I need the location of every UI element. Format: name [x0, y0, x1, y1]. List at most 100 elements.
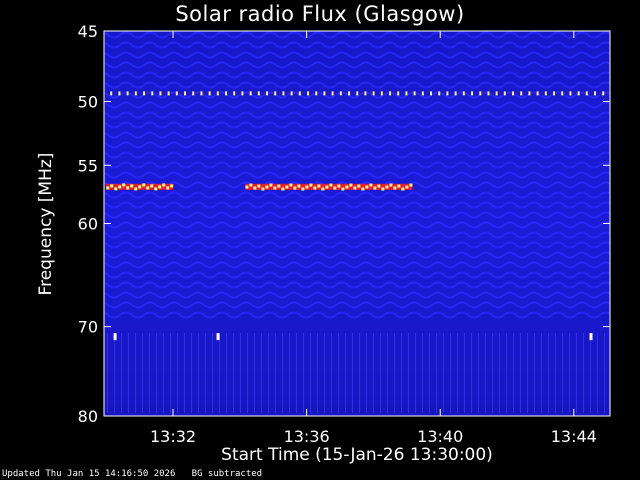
rfi-dot: [405, 91, 408, 96]
emission-band-pixel: [381, 187, 385, 191]
rfi-dot: [536, 91, 539, 96]
rfi-dot: [307, 91, 310, 96]
footer-note: BG subtracted: [191, 469, 263, 479]
emission-band-pixel: [369, 183, 373, 187]
emission-band-pixel: [349, 183, 353, 187]
emission-band-pixel: [365, 185, 369, 189]
emission-band-pixel: [122, 183, 126, 187]
spectrogram-plot: 455055607080 13:32 13:36 13:40 13:44: [78, 22, 611, 446]
emission-band-pixel: [377, 184, 381, 188]
rfi-dot: [126, 91, 129, 96]
emission-band-pixel: [162, 183, 166, 187]
emission-band-pixel: [106, 186, 110, 190]
emission-band-pixel: [289, 183, 293, 187]
emission-band-pixel: [357, 184, 361, 188]
emission-band-pixel: [150, 184, 154, 188]
rfi-dot: [585, 91, 588, 96]
emission-band-pixel: [321, 187, 325, 191]
y-tick-label: 70: [78, 318, 98, 337]
rfi-dot: [200, 91, 203, 96]
rfi-dot: [553, 91, 556, 96]
rfi-dot: [364, 91, 367, 96]
emission-band-pixel: [281, 187, 285, 191]
emission-band-pixel: [401, 187, 405, 191]
emission-band-pixel: [269, 183, 273, 187]
rfi-dot: [479, 91, 482, 96]
rfi-dot: [184, 91, 187, 96]
rfi-dot: [339, 91, 342, 96]
emission-band-pixel: [114, 187, 118, 191]
emission-band-pixel: [337, 184, 341, 188]
x-axis-label: Start Time (15-Jan-26 13:30:00): [221, 445, 493, 465]
emission-band: [106, 183, 174, 191]
chart-title: Solar radio Flux (Glasgow): [175, 2, 465, 26]
rfi-dot: [389, 91, 392, 96]
rfi-dot: [528, 91, 531, 96]
emission-band-pixel: [146, 186, 150, 190]
rfi-dot: [175, 91, 178, 96]
emission-band-pixel: [361, 187, 365, 191]
rfi-dot: [356, 91, 359, 96]
rfi-dot: [216, 91, 219, 96]
emission-band-pixel: [138, 185, 142, 189]
rfi-dot: [241, 91, 244, 96]
emission-band-pixel: [329, 183, 333, 187]
emission-band-pixel: [134, 187, 138, 191]
emission-band: [245, 183, 413, 191]
y-tick-label: 60: [78, 215, 98, 234]
rfi-dot: [413, 91, 416, 96]
rfi-dot: [323, 91, 326, 96]
x-tick-label: 13:40: [417, 427, 463, 446]
emission-band-pixel: [301, 187, 305, 191]
footer: Updated Thu Jan 15 14:16:50 2026 BG subt…: [2, 469, 262, 479]
emission-band-pixel: [409, 183, 413, 187]
rfi-dot: [266, 91, 269, 96]
footer-updated: Updated Thu Jan 15 14:16:50 2026: [2, 469, 176, 479]
rfi-dot: [430, 91, 433, 96]
rfi-dot: [561, 91, 564, 96]
rfi-dot: [151, 91, 154, 96]
emission-band-pixel: [158, 185, 162, 189]
rfi-dot: [159, 91, 162, 96]
rfi-dot: [249, 91, 252, 96]
emission-band-pixel: [253, 186, 257, 190]
emission-band-pixel: [397, 184, 401, 188]
emission-band-pixel: [317, 184, 321, 188]
rfi-dot: [397, 91, 400, 96]
rfi-dot: [192, 91, 195, 96]
rfi-dot: [233, 91, 236, 96]
rfi-dot: [520, 91, 523, 96]
spike: [113, 333, 117, 341]
emission-band-pixel: [393, 186, 397, 190]
emission-band-pixel: [333, 186, 337, 190]
rfi-dot: [594, 91, 597, 96]
rfi-dot: [438, 91, 441, 96]
rfi-dot: [577, 91, 580, 96]
rfi-dot: [208, 91, 211, 96]
rfi-dot: [372, 91, 375, 96]
emission-band-pixel: [261, 187, 265, 191]
plot-lower-texture: [104, 333, 610, 413]
emission-band-pixel: [118, 185, 122, 189]
rfi-dot: [348, 91, 351, 96]
rfi-dot: [257, 91, 260, 96]
rfi-dot: [487, 91, 490, 96]
plot-texture: [104, 31, 610, 321]
emission-band-pixel: [293, 186, 297, 190]
rfi-dot: [454, 91, 457, 96]
emission-band-pixel: [305, 185, 309, 189]
rfi-dot: [512, 91, 515, 96]
rfi-dot: [167, 91, 170, 96]
emission-band-pixel: [166, 186, 170, 190]
emission-band-pixel: [309, 183, 313, 187]
emission-band-pixel: [245, 185, 249, 189]
rfi-dot: [569, 91, 572, 96]
rfi-dot: [503, 91, 506, 96]
rfi-dot: [602, 91, 605, 96]
rfi-dot: [143, 91, 146, 96]
x-tick-label: 13:44: [551, 427, 597, 446]
emission-band-pixel: [273, 186, 277, 190]
rfi-dot: [421, 91, 424, 96]
rfi-dot: [446, 91, 449, 96]
emission-band-pixel: [353, 186, 357, 190]
